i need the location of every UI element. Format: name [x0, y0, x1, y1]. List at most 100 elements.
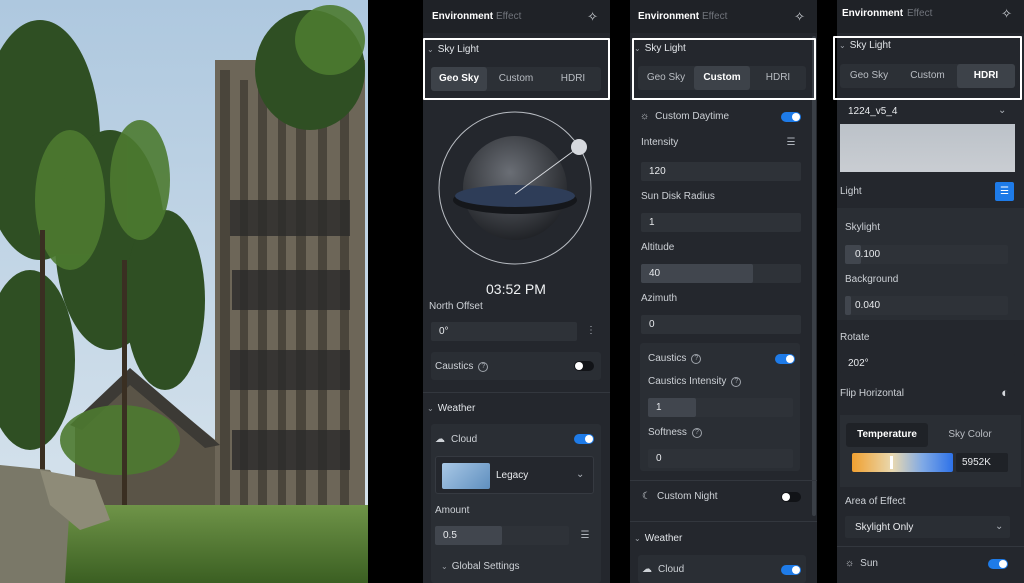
custom-night-text: Custom Night	[656, 491, 718, 502]
panel-tabs: Environment Effect ✧	[837, 0, 1024, 33]
cloud-label: ☁ Cloud	[435, 434, 477, 445]
sparkle-icon[interactable]: ✧	[587, 9, 598, 25]
sun-handle-icon	[571, 139, 587, 155]
scrollbar[interactable]	[812, 36, 816, 516]
sun-icon: ☼	[845, 558, 855, 569]
cloud-row: ☁ Cloud	[638, 555, 806, 583]
sparkle-icon[interactable]: ✧	[794, 9, 805, 25]
render-image	[0, 0, 368, 583]
azimuth-value: 0	[649, 319, 655, 330]
rotate-input[interactable]: 202°	[840, 354, 1015, 373]
temperature-slider-handle[interactable]	[890, 456, 893, 469]
custom-daytime-toggle[interactable]	[781, 112, 801, 122]
chevron-down-icon: ⌄	[634, 534, 641, 543]
custom-daytime-label: ☼ Custom Daytime	[640, 111, 729, 122]
spacer	[368, 0, 423, 583]
help-icon[interactable]: ?	[478, 362, 489, 372]
spacer	[610, 0, 630, 583]
tab-environment[interactable]: Environment	[842, 8, 903, 19]
hdri-preset-dropdown[interactable]: 1224_v5_4 ⌄	[840, 102, 1015, 122]
background-value: 0.040	[855, 300, 881, 311]
panel-tabs: Environment Effect ✧	[630, 0, 817, 33]
time-of-day: 03:52 PM	[486, 281, 546, 297]
contrast-icon[interactable]: ◐	[997, 385, 1013, 401]
caustics-intensity-input[interactable]: 1	[648, 398, 793, 417]
panel-tabs: Environment Effect ✧	[423, 0, 610, 33]
softness-text: Softness	[648, 427, 687, 438]
area-of-effect-dropdown[interactable]: Skylight Only ⌄	[845, 516, 1010, 538]
cloud-toggle[interactable]	[781, 565, 801, 575]
cloud-toggle[interactable]	[574, 434, 594, 444]
sun-toggle[interactable]	[988, 559, 1008, 569]
intensity-label: Intensity	[641, 137, 679, 148]
tab-effect[interactable]: Effect	[496, 11, 521, 22]
tab-environment[interactable]: Environment	[638, 11, 699, 22]
cloud-preset-dropdown[interactable]: Legacy ⌄	[435, 456, 594, 494]
altitude-value: 40	[649, 268, 661, 279]
background-slider[interactable]: 0.040	[845, 296, 1008, 315]
help-icon[interactable]: ?	[691, 354, 702, 364]
north-offset-label: North Offset	[429, 301, 483, 312]
mode-sky-color[interactable]: Sky Color	[928, 423, 1012, 447]
sun-position-dial[interactable]	[437, 110, 593, 266]
caustics-toggle[interactable]	[775, 354, 795, 364]
skylight-label: Skylight	[845, 222, 881, 233]
weather-header[interactable]: ⌄ Weather	[634, 533, 682, 544]
softness-label: Softness?	[648, 427, 702, 438]
help-icon[interactable]: ?	[731, 377, 742, 387]
sliders-icon[interactable]: ☰	[783, 135, 799, 151]
help-icon[interactable]: ?	[691, 428, 702, 438]
divider	[423, 392, 610, 393]
more-options-icon[interactable]: ⋮	[583, 323, 599, 339]
sliders-icon[interactable]: ☰	[577, 528, 593, 544]
temperature-gradient-slider[interactable]	[852, 453, 953, 472]
sliders-icon[interactable]: ☰	[995, 182, 1014, 201]
caustics-intensity-value: 1	[656, 402, 662, 413]
weather-header[interactable]: ⌄ Weather	[427, 403, 475, 414]
chevron-down-icon: ⌄	[576, 469, 585, 480]
softness-input[interactable]: 0	[648, 449, 793, 468]
sparkle-icon[interactable]: ✧	[1001, 6, 1012, 22]
caustics-intensity-text: Caustics Intensity	[648, 376, 727, 387]
amount-value: 0.5	[443, 530, 457, 541]
mode-temperature[interactable]: Temperature	[846, 423, 928, 447]
hdri-name: 1224_v5_4	[848, 106, 898, 117]
moon-icon: ☾	[642, 491, 651, 502]
tab-effect[interactable]: Effect	[702, 11, 727, 22]
altitude-slider[interactable]: 40	[641, 264, 801, 283]
caustics-label: Caustics?	[435, 361, 489, 372]
sun-label: ☼ Sun	[845, 558, 878, 569]
amount-slider[interactable]: 0.5	[435, 526, 569, 545]
section-title: Weather	[437, 403, 476, 414]
skylight-value: 0.100	[855, 249, 881, 260]
custom-night-toggle[interactable]	[781, 492, 801, 502]
tab-environment[interactable]: Environment	[432, 11, 493, 22]
sun-icon: ☼	[640, 111, 650, 122]
cloud-label: ☁ Cloud	[642, 564, 684, 575]
intensity-input[interactable]: 120	[641, 162, 801, 181]
light-label: Light	[840, 186, 862, 197]
cloud-label-text: Cloud	[658, 564, 685, 575]
temperature-input[interactable]: 5952K	[956, 453, 1008, 472]
azimuth-input[interactable]: 0	[641, 315, 801, 334]
skylight-slider[interactable]: 0.100	[845, 245, 1008, 264]
caustics-card: Caustics? Caustics Intensity? 1 Softness…	[640, 343, 800, 471]
tab-effect[interactable]: Effect	[907, 8, 932, 19]
highlight-box	[632, 38, 816, 100]
divider	[630, 521, 817, 522]
caustics-label-text: Caustics	[435, 361, 474, 372]
cloud-label-text: Cloud	[451, 434, 478, 445]
background-slider-fill	[845, 296, 851, 315]
sun-disk-radius-input[interactable]: 1	[641, 213, 801, 232]
global-settings-toggle[interactable]: ⌄ Global Settings	[441, 561, 520, 572]
area-of-effect-label: Area of Effect	[845, 496, 906, 507]
cloud-preset-value: Legacy	[496, 470, 529, 481]
north-offset-input[interactable]: 0°	[431, 322, 577, 341]
caustics-toggle[interactable]	[574, 361, 594, 371]
global-settings-label: Global Settings	[451, 561, 520, 572]
divider	[630, 480, 817, 481]
divider	[837, 546, 1024, 547]
light-settings-card: Skylight 0.100 Background 0.040	[837, 208, 1024, 320]
chevron-down-icon: ⌄	[427, 404, 434, 413]
amount-label: Amount	[435, 505, 470, 516]
